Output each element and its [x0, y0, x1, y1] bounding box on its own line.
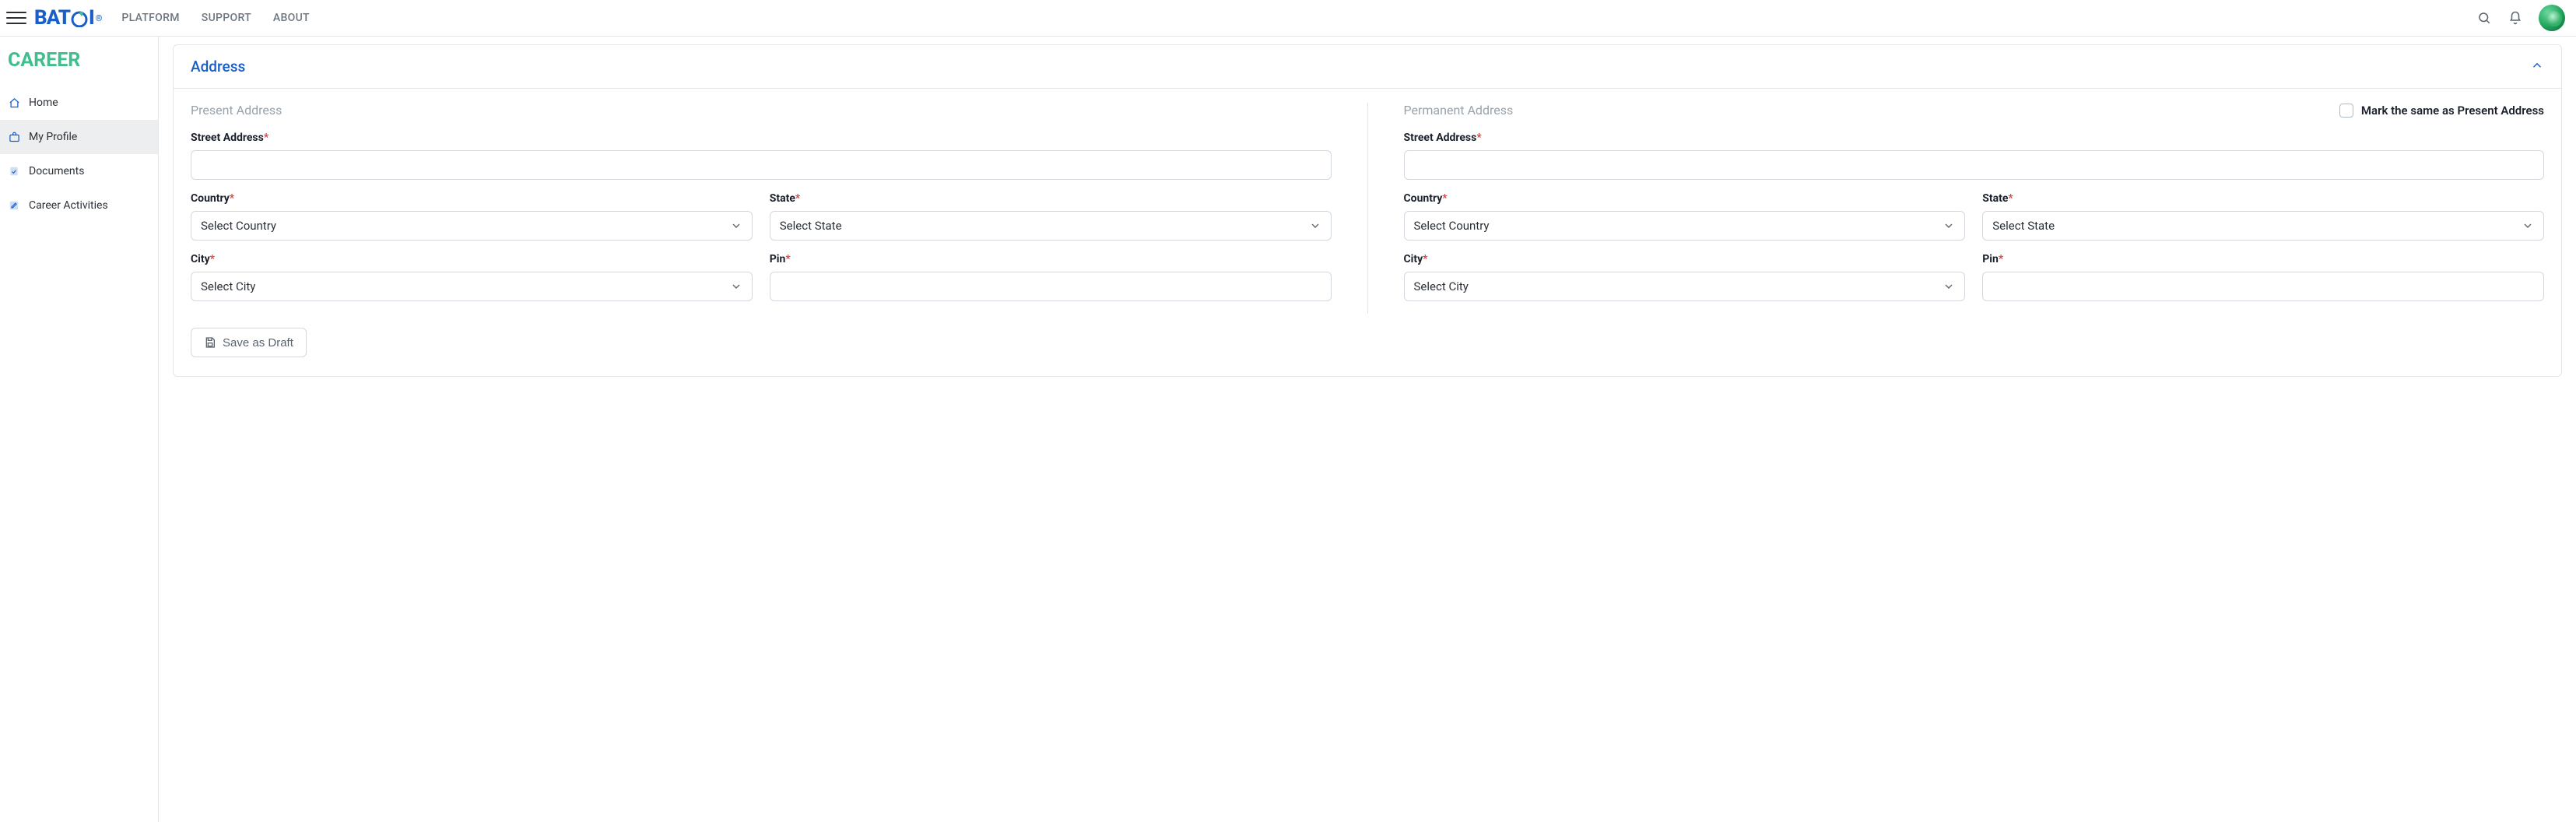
present-pin-label: Pin* — [770, 253, 1332, 265]
search-button[interactable] — [2476, 10, 2492, 26]
permanent-street-input[interactable] — [1404, 150, 2545, 180]
sidebar-item-label: My Profile — [29, 131, 77, 143]
chevron-down-icon — [1943, 220, 1955, 232]
chevron-down-icon — [1943, 280, 1955, 293]
permanent-pin-label: Pin* — [1982, 253, 2544, 265]
pencil-icon — [8, 199, 20, 212]
address-panel: Address Present Address Street Address* — [173, 44, 2562, 377]
logo[interactable]: BAT I® — [34, 6, 101, 30]
panel-header[interactable]: Address — [174, 45, 2561, 89]
sidebar-item-label: Documents — [29, 165, 84, 177]
present-country-select[interactable]: Select Country — [191, 211, 753, 241]
checkbox-icon — [2339, 104, 2353, 118]
present-city-select[interactable]: Select City — [191, 272, 753, 301]
document-check-icon — [8, 165, 20, 177]
present-pin-input[interactable] — [770, 272, 1332, 301]
topbar: BAT I® PLATFORM SUPPORT ABOUT — [0, 0, 2576, 37]
sidebar-item-career-activities[interactable]: Career Activities — [0, 188, 158, 223]
present-state-label: State* — [770, 192, 1332, 205]
content-area: Address Present Address Street Address* — [159, 37, 2576, 822]
permanent-pin-input[interactable] — [1982, 272, 2544, 301]
permanent-street-label: Street Address* — [1404, 132, 2545, 144]
chevron-up-icon — [2530, 58, 2544, 76]
permanent-city-select[interactable]: Select City — [1404, 272, 1966, 301]
sidebar-item-documents[interactable]: Documents — [0, 154, 158, 188]
permanent-state-label: State* — [1982, 192, 2544, 205]
present-city-label: City* — [191, 253, 753, 265]
present-address-header: Present Address — [191, 103, 282, 118]
bell-icon — [2508, 11, 2522, 25]
chevron-down-icon — [2522, 220, 2534, 232]
nav-support[interactable]: SUPPORT — [202, 12, 251, 24]
sidebar-item-home[interactable]: Home — [0, 86, 158, 120]
sidebar-item-label: Career Activities — [29, 199, 108, 212]
avatar[interactable] — [2539, 5, 2565, 31]
chevron-down-icon — [1309, 220, 1321, 232]
nav-platform[interactable]: PLATFORM — [121, 12, 179, 24]
chevron-down-icon — [730, 220, 742, 232]
permanent-address-column: Permanent Address Mark the same as Prese… — [1404, 103, 2545, 314]
sidebar: CAREER Home My Profile Documents Career … — [0, 37, 159, 822]
sidebar-item-label: Home — [29, 97, 58, 109]
sidebar-title: CAREER — [0, 47, 158, 86]
save-as-draft-button[interactable]: Save as Draft — [191, 328, 307, 357]
nav-about[interactable]: ABOUT — [273, 12, 310, 24]
chevron-down-icon — [730, 280, 742, 293]
menu-toggle-button[interactable] — [6, 8, 26, 28]
present-address-column: Present Address Street Address* Country* — [191, 103, 1368, 314]
permanent-address-header: Permanent Address — [1404, 103, 1514, 118]
present-country-label: Country* — [191, 192, 753, 205]
search-icon — [2477, 11, 2491, 25]
sidebar-item-my-profile[interactable]: My Profile — [0, 120, 158, 154]
present-state-select[interactable]: Select State — [770, 211, 1332, 241]
permanent-country-select[interactable]: Select Country — [1404, 211, 1966, 241]
panel-title: Address — [191, 58, 245, 76]
present-street-input[interactable] — [191, 150, 1332, 180]
permanent-state-select[interactable]: Select State — [1982, 211, 2544, 241]
leaf-icon — [70, 9, 89, 27]
mark-same-checkbox[interactable]: Mark the same as Present Address — [2339, 104, 2544, 118]
home-icon — [8, 97, 20, 109]
present-street-label: Street Address* — [191, 132, 1332, 144]
save-icon — [204, 336, 216, 349]
primary-nav: PLATFORM SUPPORT ABOUT — [121, 12, 310, 24]
briefcase-icon — [8, 131, 20, 143]
notifications-button[interactable] — [2508, 10, 2523, 26]
permanent-country-label: Country* — [1404, 192, 1966, 205]
permanent-city-label: City* — [1404, 253, 1966, 265]
